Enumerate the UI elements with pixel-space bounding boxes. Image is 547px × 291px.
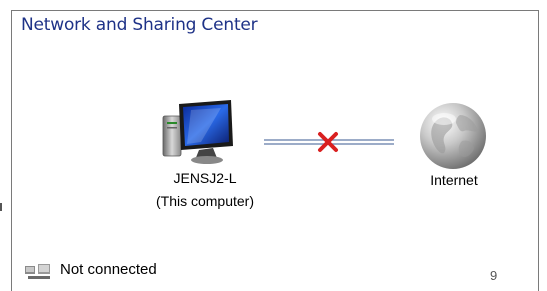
computer-name-label[interactable]: JENSJ2-L — [150, 170, 260, 186]
connection-status-text: Not connected — [60, 261, 157, 278]
computer-monitor-icon[interactable] — [161, 100, 237, 166]
computer-subtitle-label: (This computer) — [155, 193, 255, 209]
internet-label[interactable]: Internet — [410, 172, 498, 188]
page-title: Network and Sharing Center — [21, 15, 258, 35]
connection-link[interactable] — [264, 130, 394, 154]
globe-icon[interactable] — [418, 101, 488, 171]
red-x-icon[interactable] — [318, 132, 338, 152]
network-disconnected-icon — [25, 264, 50, 279]
window-edge-marker — [0, 203, 2, 211]
page-number: 9 — [490, 268, 498, 283]
